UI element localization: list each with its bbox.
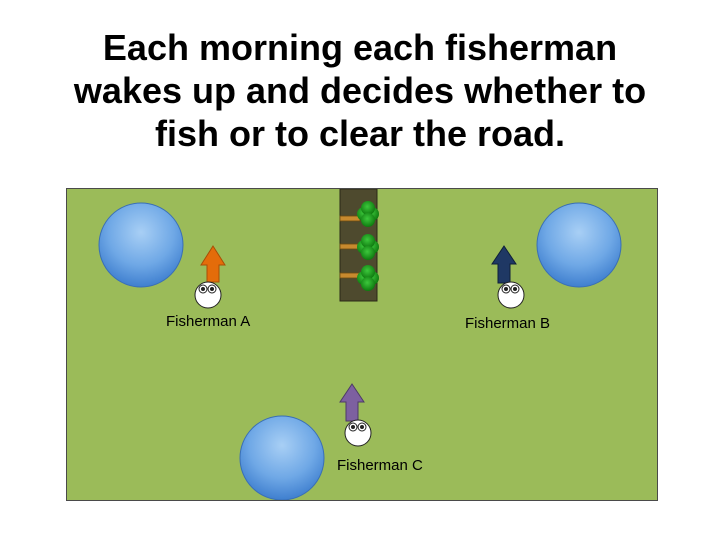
log-2 <box>339 243 361 250</box>
fisherman-b <box>491 245 525 309</box>
arrow-up-icon <box>200 245 226 283</box>
road <box>339 189 379 302</box>
face-icon <box>497 281 525 309</box>
face-icon <box>194 281 222 309</box>
title-line-2: wakes up and decides whether to <box>73 70 647 111</box>
title-line-1: Each morning each fisherman <box>102 27 618 68</box>
pond-c <box>239 415 325 500</box>
title-line-3: fish or to clear the road. <box>154 113 566 154</box>
log-1 <box>339 215 361 222</box>
arrow-up-icon <box>491 245 517 284</box>
pond-a <box>98 202 184 288</box>
fisherman-a-label: Fisherman A <box>166 313 251 330</box>
pond-b <box>536 202 622 288</box>
fisherman-a <box>194 245 226 309</box>
arrow-up-icon <box>339 383 365 422</box>
fisherman-c-label: Fisherman C <box>337 457 423 474</box>
fisherman-b-label: Fisherman B <box>465 315 551 332</box>
slide-title: Each morning each fisherman wakes up and… <box>0 26 720 155</box>
log-3 <box>339 272 361 279</box>
field: Fisherman A Fisherman B Fisherman C <box>66 188 658 501</box>
fisherman-c <box>339 383 372 447</box>
face-icon <box>344 419 372 447</box>
